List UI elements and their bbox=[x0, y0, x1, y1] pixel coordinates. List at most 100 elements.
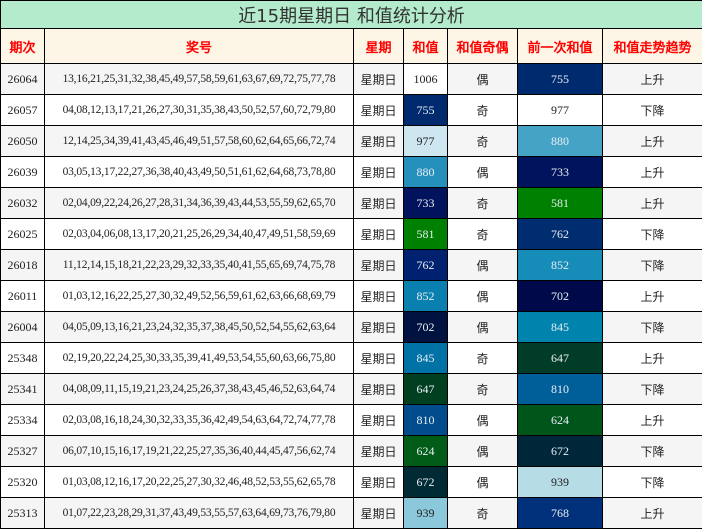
numbers-cell: 11,12,14,15,18,21,22,23,29,32,33,35,40,4… bbox=[44, 249, 354, 281]
period-cell: 25341 bbox=[0, 373, 45, 405]
prev-sum-cell: 810 bbox=[517, 373, 603, 405]
trend-cell: 下降 bbox=[601, 94, 702, 126]
period-cell: 26025 bbox=[0, 218, 45, 250]
prev-sum-cell: 733 bbox=[517, 156, 603, 188]
trend-cell: 上升 bbox=[601, 187, 702, 219]
trend-cell: 上升 bbox=[601, 63, 702, 95]
header-parity: 和值奇偶 bbox=[447, 28, 518, 64]
period-cell: 26064 bbox=[0, 63, 45, 95]
table-row: 26064 13,16,21,25,31,32,38,45,49,57,58,59… bbox=[0, 63, 702, 95]
period-cell: 26004 bbox=[0, 311, 45, 343]
period-cell: 25327 bbox=[0, 435, 45, 467]
numbers-cell: 02,03,08,16,18,24,30,32,33,35,36,42,49,5… bbox=[44, 404, 354, 436]
parity-cell: 奇 bbox=[447, 373, 518, 405]
parity-cell: 偶 bbox=[447, 63, 518, 95]
table-row: 26039 03,05,13,17,22,27,36,38,40,43,49,50… bbox=[0, 156, 702, 188]
sum-cell: 672 bbox=[403, 466, 448, 498]
header-trend: 和值走势趋势 bbox=[601, 28, 702, 64]
sum-analysis-table: 近15期星期日 和值统计分析 期次 奖号 星期 和值 和值奇偶 前一次和值 和值… bbox=[0, 0, 702, 529]
prev-sum-cell: 624 bbox=[517, 404, 603, 436]
trend-cell: 上升 bbox=[601, 497, 702, 529]
parity-cell: 奇 bbox=[447, 94, 518, 126]
parity-cell: 奇 bbox=[447, 218, 518, 250]
numbers-cell: 02,19,20,22,24,25,30,33,35,39,41,49,53,5… bbox=[44, 342, 354, 374]
parity-cell: 奇 bbox=[447, 497, 518, 529]
weekday-cell: 星期日 bbox=[353, 280, 404, 312]
weekday-cell: 星期日 bbox=[353, 249, 404, 281]
trend-cell: 上升 bbox=[601, 342, 702, 374]
weekday-cell: 星期日 bbox=[353, 156, 404, 188]
trend-cell: 下降 bbox=[601, 435, 702, 467]
numbers-cell: 06,07,10,15,16,17,19,21,22,25,27,35,36,4… bbox=[44, 435, 354, 467]
weekday-cell: 星期日 bbox=[353, 435, 404, 467]
table-row: 25320 01,03,08,12,16,17,20,22,25,27,30,32… bbox=[0, 466, 702, 498]
numbers-cell: 01,03,12,16,22,25,27,30,32,49,52,56,59,6… bbox=[44, 280, 354, 312]
sum-cell: 1006 bbox=[403, 63, 448, 95]
trend-cell: 下降 bbox=[601, 373, 702, 405]
numbers-cell: 04,08,12,13,17,21,26,27,30,31,35,38,43,5… bbox=[44, 94, 354, 126]
weekday-cell: 星期日 bbox=[353, 497, 404, 529]
period-cell: 26050 bbox=[0, 125, 45, 157]
weekday-cell: 星期日 bbox=[353, 218, 404, 250]
sum-cell: 647 bbox=[403, 373, 448, 405]
period-cell: 25334 bbox=[0, 404, 45, 436]
period-cell: 26032 bbox=[0, 187, 45, 219]
period-cell: 25313 bbox=[0, 497, 45, 529]
numbers-cell: 01,07,22,23,28,29,31,37,43,49,53,55,57,6… bbox=[44, 497, 354, 529]
weekday-cell: 星期日 bbox=[353, 404, 404, 436]
header-numbers: 奖号 bbox=[44, 28, 354, 64]
table-row: 26032 02,04,09,22,24,26,27,28,31,34,36,39… bbox=[0, 187, 702, 219]
sum-cell: 852 bbox=[403, 280, 448, 312]
parity-cell: 奇 bbox=[447, 125, 518, 157]
parity-cell: 偶 bbox=[447, 280, 518, 312]
table-title: 近15期星期日 和值统计分析 bbox=[0, 0, 702, 29]
table-row: 26050 12,14,25,34,39,41,43,45,46,49,51,57… bbox=[0, 125, 702, 157]
prev-sum-cell: 647 bbox=[517, 342, 603, 374]
parity-cell: 偶 bbox=[447, 311, 518, 343]
trend-cell: 下降 bbox=[601, 311, 702, 343]
numbers-cell: 03,05,13,17,22,27,36,38,40,43,49,50,51,6… bbox=[44, 156, 354, 188]
prev-sum-cell: 581 bbox=[517, 187, 603, 219]
table-row: 26011 01,03,12,16,22,25,27,30,32,49,52,56… bbox=[0, 280, 702, 312]
sum-cell: 733 bbox=[403, 187, 448, 219]
table-row: 26057 04,08,12,13,17,21,26,27,30,31,35,38… bbox=[0, 94, 702, 126]
table-row: 25341 04,08,09,11,15,19,21,23,24,25,26,37… bbox=[0, 373, 702, 405]
sum-cell: 845 bbox=[403, 342, 448, 374]
parity-cell: 偶 bbox=[447, 249, 518, 281]
trend-cell: 上升 bbox=[601, 156, 702, 188]
period-cell: 25320 bbox=[0, 466, 45, 498]
table-row: 25334 02,03,08,16,18,24,30,32,33,35,36,42… bbox=[0, 404, 702, 436]
prev-sum-cell: 702 bbox=[517, 280, 603, 312]
header-sum: 和值 bbox=[403, 28, 448, 64]
parity-cell: 偶 bbox=[447, 466, 518, 498]
weekday-cell: 星期日 bbox=[353, 342, 404, 374]
prev-sum-cell: 762 bbox=[517, 218, 603, 250]
weekday-cell: 星期日 bbox=[353, 94, 404, 126]
weekday-cell: 星期日 bbox=[353, 466, 404, 498]
sum-cell: 755 bbox=[403, 94, 448, 126]
period-cell: 26057 bbox=[0, 94, 45, 126]
trend-cell: 上升 bbox=[601, 280, 702, 312]
weekday-cell: 星期日 bbox=[353, 63, 404, 95]
period-cell: 26039 bbox=[0, 156, 45, 188]
table-row: 26025 02,03,04,06,08,13,17,20,21,25,26,29… bbox=[0, 218, 702, 250]
prev-sum-cell: 977 bbox=[517, 94, 603, 126]
sum-cell: 624 bbox=[403, 435, 448, 467]
numbers-cell: 02,03,04,06,08,13,17,20,21,25,26,29,34,4… bbox=[44, 218, 354, 250]
header-prev-sum: 前一次和值 bbox=[517, 28, 603, 64]
sum-cell: 880 bbox=[403, 156, 448, 188]
weekday-cell: 星期日 bbox=[353, 311, 404, 343]
numbers-cell: 04,08,09,11,15,19,21,23,24,25,26,37,38,4… bbox=[44, 373, 354, 405]
numbers-cell: 01,03,08,12,16,17,20,22,25,27,30,32,46,4… bbox=[44, 466, 354, 498]
numbers-cell: 13,16,21,25,31,32,38,45,49,57,58,59,61,6… bbox=[44, 63, 354, 95]
period-cell: 26011 bbox=[0, 280, 45, 312]
parity-cell: 偶 bbox=[447, 156, 518, 188]
trend-cell: 上升 bbox=[601, 404, 702, 436]
table-row: 25348 02,19,20,22,24,25,30,33,35,39,41,49… bbox=[0, 342, 702, 374]
prev-sum-cell: 672 bbox=[517, 435, 603, 467]
prev-sum-cell: 755 bbox=[517, 63, 603, 95]
prev-sum-cell: 845 bbox=[517, 311, 603, 343]
trend-cell: 下降 bbox=[601, 249, 702, 281]
sum-cell: 702 bbox=[403, 311, 448, 343]
weekday-cell: 星期日 bbox=[353, 125, 404, 157]
